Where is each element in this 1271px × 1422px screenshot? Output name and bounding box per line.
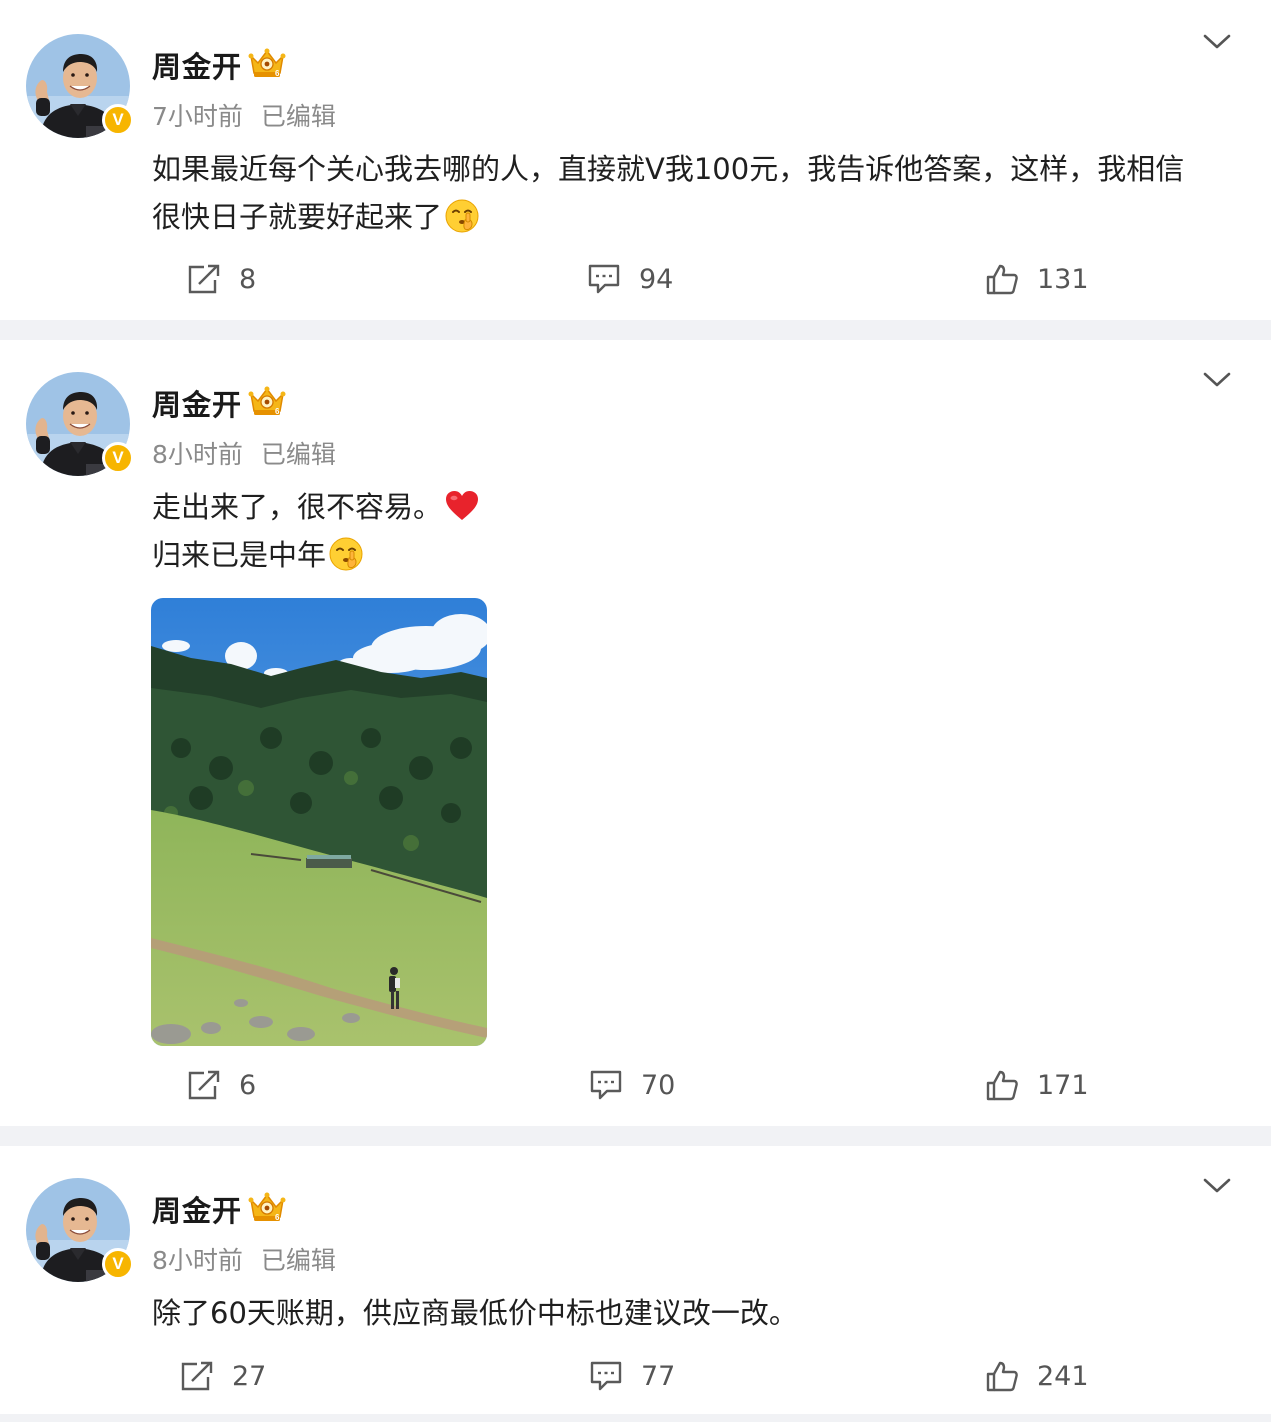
chevron-down-icon[interactable] (1202, 371, 1232, 389)
post-card: V 周金开 8小时前 已编辑 除了60天账期，供应商最低价中标也建议改一改。 27… (0, 1146, 1271, 1414)
edited-label[interactable]: 已编辑 (261, 102, 336, 131)
comment-count: 94 (639, 263, 674, 295)
red-heart-emoji (444, 488, 480, 524)
crown-icon[interactable] (247, 46, 287, 80)
like-icon (985, 1069, 1019, 1101)
chevron-down-icon[interactable] (1202, 1177, 1232, 1195)
avatar[interactable]: V (26, 1178, 134, 1282)
repost-button[interactable]: 8 (187, 263, 256, 295)
verified-badge: V (102, 104, 134, 136)
post-meta: 8小时前 已编辑 (152, 435, 336, 471)
crown-icon[interactable] (247, 384, 287, 418)
repost-count: 6 (239, 1069, 257, 1101)
edited-label[interactable]: 已编辑 (261, 440, 336, 469)
post-text-line-with-emoji: 走出来了，很不容易。 (152, 483, 1232, 531)
comment-count: 70 (641, 1069, 676, 1101)
post-photo[interactable] (151, 598, 487, 1046)
post-text: 走出来了，很不容易。 归来已是中年 (152, 483, 1232, 579)
like-count: 241 (1037, 1360, 1089, 1392)
edited-label[interactable]: 已编辑 (261, 1246, 336, 1275)
post-meta: 8小时前 已编辑 (152, 1241, 336, 1277)
repost-button[interactable]: 6 (187, 1069, 256, 1101)
repost-icon (187, 1069, 221, 1101)
avatar[interactable]: V (26, 34, 134, 138)
post-text-line: 走出来了，很不容易。 (152, 490, 443, 524)
landscape-photo (151, 598, 487, 1046)
post-time[interactable]: 8小时前 (152, 440, 243, 469)
like-icon (985, 1360, 1019, 1392)
comment-count: 77 (641, 1360, 676, 1392)
post-meta: 7小时前 已编辑 (152, 97, 336, 133)
post-text: 除了60天账期，供应商最低价中标也建议改一改。 (152, 1289, 1232, 1337)
verified-badge: V (102, 1248, 134, 1280)
comment-icon (587, 263, 621, 295)
comment-button[interactable]: 70 (589, 1069, 675, 1101)
comment-icon (589, 1069, 623, 1101)
post-card: V 周金开 7小时前 已编辑 如果最近每个关心我去哪的人，直接就V我100元，我告… (0, 0, 1271, 320)
post-text-line-with-emoji: 很快日子就要好起来了 (152, 193, 1232, 241)
shushing-face-emoji (328, 536, 364, 572)
like-button[interactable]: 241 (985, 1360, 1089, 1392)
repost-icon (187, 263, 221, 295)
post-text: 如果最近每个关心我去哪的人，直接就V我100元，我告诉他答案，这样，我相信 很快… (152, 145, 1232, 241)
author-name[interactable]: 周金开 (152, 1188, 242, 1230)
shushing-face-emoji (444, 198, 480, 234)
post-text-line: 归来已是中年 (152, 538, 327, 572)
like-icon (985, 263, 1019, 295)
like-count: 171 (1037, 1069, 1089, 1101)
repost-count: 8 (239, 263, 257, 295)
comment-button[interactable]: 94 (587, 263, 673, 295)
post-time[interactable]: 7小时前 (152, 102, 243, 131)
author-name[interactable]: 周金开 (152, 382, 242, 424)
chevron-down-icon[interactable] (1202, 33, 1232, 51)
author-name[interactable]: 周金开 (152, 44, 242, 86)
repost-icon (180, 1360, 214, 1392)
post-text-line: 除了60天账期，供应商最低价中标也建议改一改。 (152, 1296, 798, 1330)
comment-button[interactable]: 77 (589, 1360, 675, 1392)
like-count: 131 (1037, 263, 1089, 295)
post-text-line: 很快日子就要好起来了 (152, 200, 443, 234)
comment-icon (589, 1360, 623, 1392)
repost-count: 27 (232, 1360, 267, 1392)
like-button[interactable]: 131 (985, 263, 1089, 295)
post-text-line-with-emoji: 归来已是中年 (152, 531, 1232, 579)
crown-icon[interactable] (247, 1190, 287, 1224)
like-button[interactable]: 171 (985, 1069, 1089, 1101)
repost-button[interactable]: 27 (180, 1360, 266, 1392)
post-text-line: 如果最近每个关心我去哪的人，直接就V我100元，我告诉他答案，这样，我相信 (152, 152, 1185, 186)
verified-badge: V (102, 442, 134, 474)
avatar[interactable]: V (26, 372, 134, 476)
post-time[interactable]: 8小时前 (152, 1246, 243, 1275)
